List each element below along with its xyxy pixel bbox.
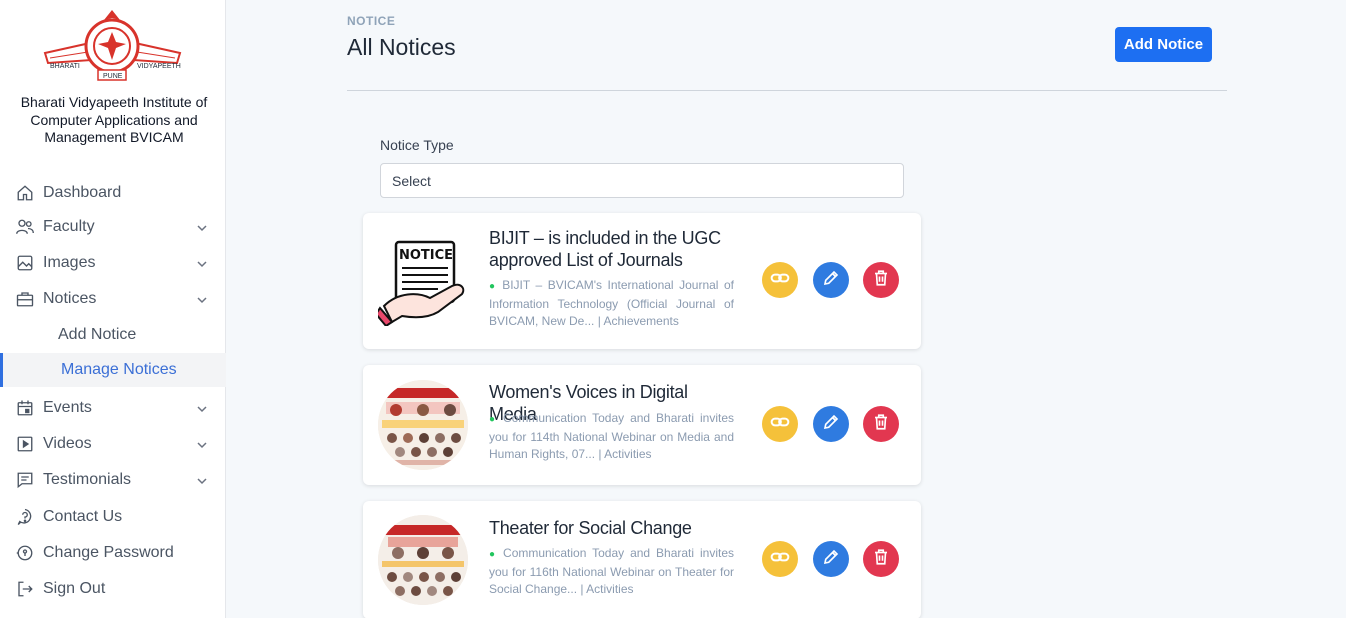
sidebar-item-faculty[interactable]: Faculty (0, 210, 226, 244)
sidebar-item-dashboard[interactable]: Dashboard (0, 176, 226, 210)
sidebar-item-sign-out[interactable]: Sign Out (0, 572, 226, 606)
org-name: Bharati Vidyapeeth Institute of Computer… (20, 94, 208, 145)
sidebar-item-label: Images (43, 254, 96, 271)
chevron-down-icon (196, 257, 208, 269)
delete-button[interactable] (863, 406, 899, 442)
briefcase-icon (15, 289, 35, 309)
chevron-down-icon (196, 474, 208, 486)
bullet-icon: ● (489, 414, 504, 425)
trash-icon (872, 413, 890, 436)
notice-description-text: Communication Today and Bharati invites … (489, 546, 734, 596)
copy-link-button[interactable] (762, 406, 798, 442)
video-icon (15, 434, 35, 454)
logo-text-bottom: PUNE (103, 73, 123, 80)
chevron-down-icon (196, 293, 208, 305)
link-icon (770, 412, 790, 437)
pencil-icon (822, 413, 840, 436)
notice-description-text: Communication Today and Bharati invites … (489, 411, 734, 461)
copy-link-button[interactable] (762, 262, 798, 298)
notice-description: ● Communication Today and Bharati invite… (489, 545, 734, 599)
link-icon (770, 268, 790, 293)
copy-link-button[interactable] (762, 541, 798, 577)
message-icon (15, 470, 35, 490)
sidebar-item-contact-us[interactable]: Contact Us (0, 500, 226, 534)
notice-title[interactable]: BIJIT – is included in the UGC approved … (489, 227, 739, 271)
edit-button[interactable] (813, 541, 849, 577)
notice-card: NOTICE BIJIT – is included in the UGC ap… (363, 213, 921, 349)
notice-card: Women's Voices in Digital Media ● Commun… (363, 365, 921, 485)
sidebar: BHARATI VIDYAPEETH PUNE Bharati Vidyapee… (0, 0, 226, 618)
section-label: NOTICE (347, 14, 396, 28)
chevron-down-icon (196, 402, 208, 414)
chevron-down-icon (196, 221, 208, 233)
notice-card: Theater for Social Change ● Communicatio… (363, 501, 921, 618)
chevron-down-icon (196, 438, 208, 450)
edit-button[interactable] (813, 262, 849, 298)
sidebar-item-label: Events (43, 399, 92, 416)
page-title: All Notices (347, 34, 456, 60)
notice-description: ● Communication Today and Bharati invite… (489, 410, 734, 464)
sidebar-item-label: Testimonials (43, 471, 132, 488)
add-notice-button[interactable]: Add Notice (1115, 27, 1212, 62)
logo-text-left: BHARATI (50, 63, 80, 70)
sidebar-item-label: Dashboard (43, 184, 122, 201)
sidebar-subitem-manage-notices[interactable]: Manage Notices (0, 353, 226, 387)
sidebar-item-label: Contact Us (43, 508, 123, 525)
sign-out-icon (15, 579, 35, 599)
notice-thumbnail (378, 380, 468, 470)
sidebar-item-label: Videos (43, 435, 92, 452)
bullet-icon: ● (489, 549, 504, 560)
sidebar-item-events[interactable]: Events (0, 391, 226, 425)
sidebar-subitem-add-notice[interactable]: Add Notice (0, 318, 226, 352)
delete-button[interactable] (863, 262, 899, 298)
pencil-icon (822, 548, 840, 571)
link-icon (770, 547, 790, 572)
sidebar-item-label: Sign Out (43, 580, 106, 597)
trash-icon (872, 269, 890, 292)
notice-thumbnail: NOTICE (378, 236, 468, 326)
edit-button[interactable] (813, 406, 849, 442)
image-icon (15, 253, 35, 273)
sidebar-item-label: Notices (43, 290, 97, 307)
institute-logo[interactable]: BHARATI VIDYAPEETH PUNE (40, 8, 185, 88)
header-divider (347, 90, 1227, 91)
notice-type-label: Notice Type (380, 137, 454, 153)
calendar-icon (15, 398, 35, 418)
help-icon (15, 507, 35, 527)
home-icon (15, 183, 35, 203)
delete-button[interactable] (863, 541, 899, 577)
sidebar-item-label: Faculty (43, 218, 95, 235)
notice-type-select[interactable]: Select (380, 163, 904, 198)
notice-title[interactable]: Theater for Social Change (489, 517, 739, 539)
sidebar-item-change-password[interactable]: Change Password (0, 536, 226, 570)
notice-description: ● BIJIT – BVICAM's International Journal… (489, 277, 734, 331)
users-icon (15, 217, 35, 237)
notice-thumbnail (378, 515, 468, 605)
sidebar-item-label: Change Password (43, 544, 174, 561)
notice-thumb-text: NOTICE (399, 248, 453, 263)
sidebar-item-notices[interactable]: Notices (0, 282, 226, 316)
trash-icon (872, 548, 890, 571)
sidebar-item-label: Manage Notices (61, 361, 177, 378)
logo-text-right: VIDYAPEETH (137, 63, 181, 70)
key-icon (15, 543, 35, 563)
notice-description-text: BIJIT – BVICAM's International Journal o… (489, 278, 734, 328)
sidebar-item-testimonials[interactable]: Testimonials (0, 463, 226, 497)
sidebar-item-label: Add Notice (58, 326, 137, 343)
pencil-icon (822, 269, 840, 292)
sidebar-item-videos[interactable]: Videos (0, 427, 226, 461)
sidebar-item-images[interactable]: Images (0, 246, 226, 280)
bullet-icon: ● (489, 281, 503, 292)
